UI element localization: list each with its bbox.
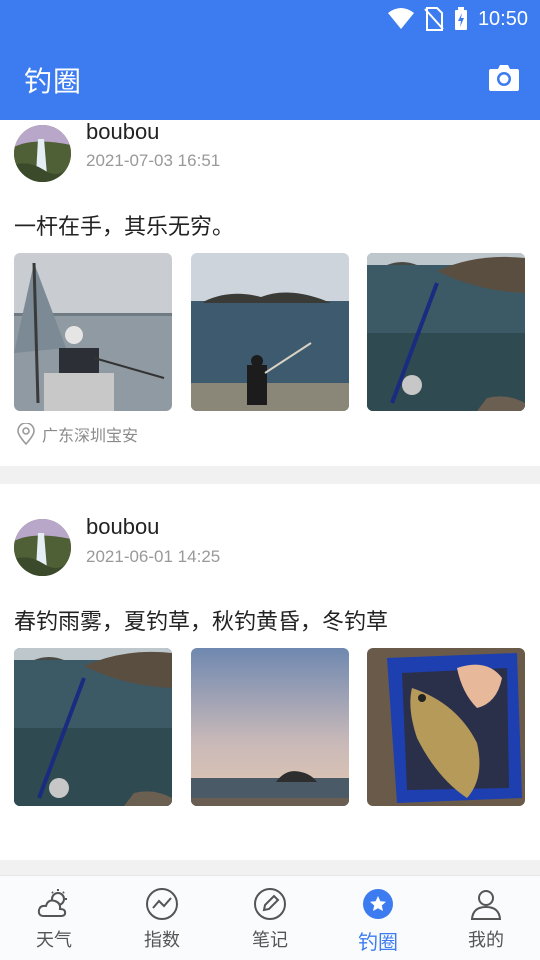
nav-weather[interactable]: 天气 (0, 876, 108, 960)
post-timestamp: 2021-06-01 14:25 (86, 547, 221, 566)
post-timestamp: 2021-07-03 16:51 (86, 151, 221, 170)
post-divider (0, 860, 540, 875)
avatar[interactable] (14, 125, 71, 182)
location-text: 广东深圳宝安 (42, 426, 139, 445)
nav-circle[interactable]: 钓圈 (324, 876, 432, 960)
battery-charging-icon (454, 7, 467, 30)
circle-star-icon (363, 889, 393, 919)
location-pin-icon (17, 423, 35, 445)
status-time: 10:50 (477, 7, 528, 30)
page-title: 钓圈 (24, 65, 83, 98)
weather-icon (37, 889, 67, 917)
avatar[interactable] (14, 519, 71, 576)
no-sim-icon (424, 7, 444, 31)
post-feed[interactable]: boubou 2021-07-03 16:51 一杆在手，其乐无穷。 广东深圳宝… (0, 120, 540, 875)
post-divider (0, 466, 540, 484)
profile-icon (470, 890, 502, 920)
nav-label: 笔记 (252, 930, 288, 951)
post-card[interactable]: boubou 2021-07-03 16:51 一杆在手，其乐无穷。 广东深圳宝… (0, 120, 540, 466)
index-chart-icon (146, 888, 178, 920)
note-pencil-icon (254, 888, 286, 920)
post-photo-fish-in-bag[interactable] (367, 648, 525, 806)
post-username[interactable]: boubou (86, 514, 159, 540)
post-photo-rocky-shore-rod[interactable] (367, 253, 525, 411)
bottom-nav: 天气 指数 笔记 钓圈 我的 (0, 875, 540, 960)
post-location[interactable]: 广东深圳宝安 (16, 422, 138, 446)
post-photo-rocky-shore-rod[interactable] (14, 648, 172, 806)
status-bar: 10:50 (387, 6, 528, 32)
post-card[interactable]: boubou 2021-06-01 14:25 春钓雨雾，夏钓草，秋钓黄昏，冬钓… (0, 484, 540, 844)
post-text: 一杆在手，其乐无穷。 (14, 215, 235, 240)
post-username[interactable]: boubou (86, 120, 159, 145)
post-photo-dusk-island-sea[interactable] (191, 648, 349, 806)
nav-label: 指数 (144, 930, 180, 951)
nav-label: 天气 (36, 930, 72, 951)
nav-notes[interactable]: 笔记 (216, 876, 324, 960)
nav-index[interactable]: 指数 (108, 876, 216, 960)
wifi-icon (387, 8, 414, 29)
nav-label: 钓圈 (358, 930, 398, 954)
post-photo-umbrella-fisherman[interactable] (14, 253, 172, 411)
nav-profile[interactable]: 我的 (432, 876, 540, 960)
app-header: 10:50 钓圈 (0, 0, 540, 120)
post-text: 春钓雨雾，夏钓草，秋钓黄昏，冬钓草 (14, 610, 389, 635)
nav-label: 我的 (468, 930, 504, 951)
post-photo-sunset-island-fisherman[interactable] (191, 253, 349, 411)
camera-icon[interactable] (488, 62, 520, 92)
